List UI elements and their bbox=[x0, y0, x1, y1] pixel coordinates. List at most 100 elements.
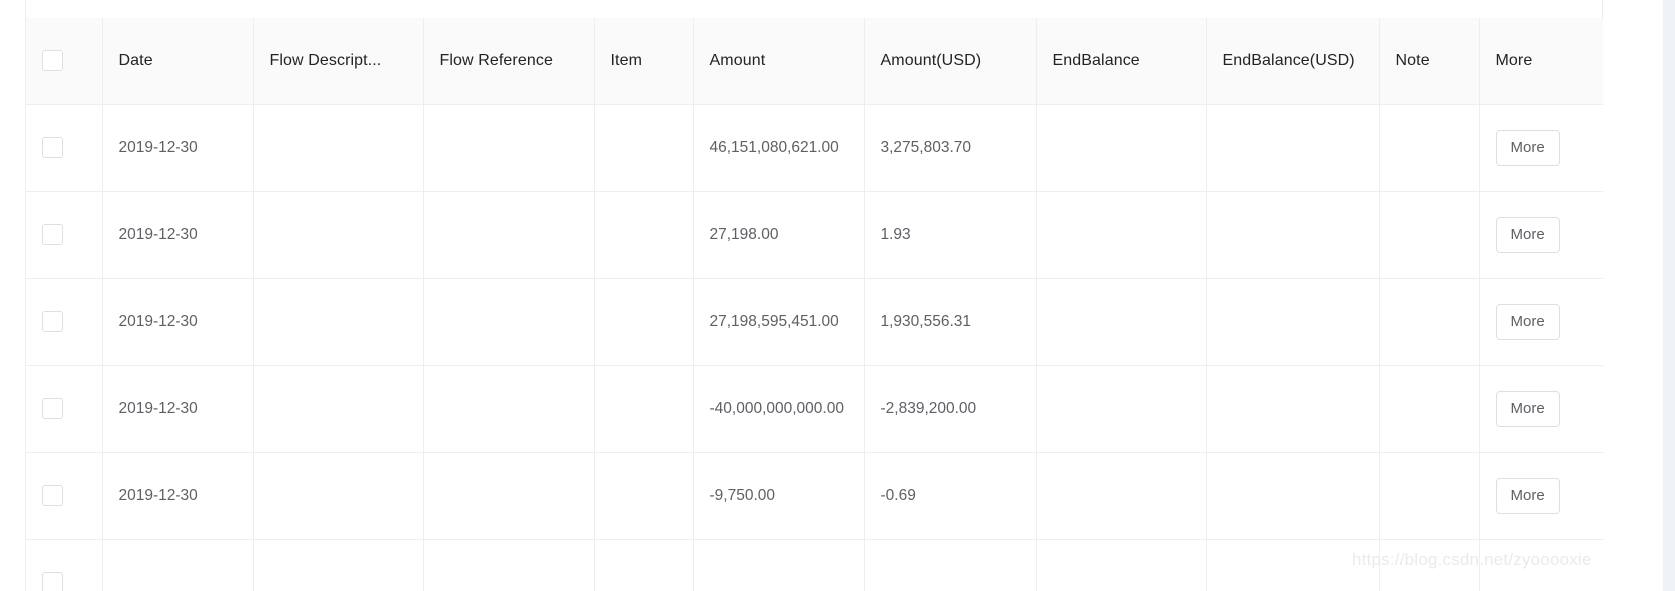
table-row[interactable]: 2019-12-30 27,198.00 1.93 More bbox=[26, 191, 1603, 279]
cell-more: More bbox=[1479, 191, 1603, 279]
column-header-item[interactable]: Item bbox=[594, 18, 694, 105]
cell-flow-description bbox=[253, 104, 424, 192]
row-more-button[interactable]: More bbox=[1495, 129, 1560, 166]
cell-amount-usd: 3,275,803.70 bbox=[864, 104, 1037, 192]
row-more-button[interactable]: More bbox=[1495, 216, 1560, 253]
cell-flow-reference bbox=[423, 452, 595, 540]
cell-note bbox=[1379, 191, 1480, 279]
row-select-cell[interactable] bbox=[26, 191, 103, 279]
data-table-container: Date Flow Descript... Flow Reference Ite… bbox=[25, 18, 1603, 591]
column-header-select-all[interactable] bbox=[26, 18, 103, 105]
cell-flow-description bbox=[253, 191, 424, 279]
cell-amount: 46,151,080,621.00 bbox=[693, 104, 865, 192]
cell-more: More bbox=[1479, 104, 1603, 192]
cell-date: 2019-12-30 bbox=[102, 365, 254, 453]
cell-flow-reference bbox=[423, 278, 595, 366]
column-header-flow-description[interactable]: Flow Descript... bbox=[253, 18, 424, 105]
cell-item bbox=[594, 539, 694, 591]
row-checkbox[interactable] bbox=[42, 398, 63, 420]
cell-date: 2019-12-30 bbox=[102, 104, 254, 192]
cell-date bbox=[102, 539, 254, 591]
watermark: https://blog.csdn.net/zyooooxie bbox=[1352, 550, 1592, 569]
cell-item bbox=[594, 365, 694, 453]
cell-end-balance bbox=[1036, 104, 1207, 192]
cell-item bbox=[594, 278, 694, 366]
column-header-end-balance-usd[interactable]: EndBalance(USD) bbox=[1206, 18, 1380, 105]
cell-end-balance-usd bbox=[1206, 452, 1380, 540]
select-all-checkbox[interactable] bbox=[42, 50, 63, 72]
cell-end-balance bbox=[1036, 452, 1207, 540]
cell-note bbox=[1379, 452, 1480, 540]
cell-flow-description bbox=[253, 452, 424, 540]
cell-flow-reference bbox=[423, 539, 595, 591]
cell-end-balance-usd bbox=[1206, 191, 1380, 279]
row-checkbox[interactable] bbox=[42, 572, 63, 591]
cell-end-balance bbox=[1036, 539, 1207, 591]
column-header-flow-reference[interactable]: Flow Reference bbox=[423, 18, 595, 105]
cell-end-balance bbox=[1036, 365, 1207, 453]
table-body: 2019-12-30 46,151,080,621.00 3,275,803.70 M… bbox=[26, 104, 1603, 591]
row-checkbox[interactable] bbox=[42, 485, 63, 507]
cell-date: 2019-12-30 bbox=[102, 278, 254, 366]
cell-flow-description bbox=[253, 539, 424, 591]
cell-flow-description bbox=[253, 365, 424, 453]
cell-amount: 27,198,595,451.00 bbox=[693, 278, 865, 366]
row-more-button[interactable]: More bbox=[1495, 477, 1560, 514]
table-row[interactable]: 2019-12-30 -40,000,000,000.00 -2,839,200.0… bbox=[26, 365, 1603, 453]
row-select-cell[interactable] bbox=[26, 539, 103, 591]
row-select-cell[interactable] bbox=[26, 365, 103, 453]
table-row[interactable]: 2019-12-30 27,198,595,451.00 1,930,556.31 M… bbox=[26, 278, 1603, 366]
row-select-cell[interactable] bbox=[26, 104, 103, 192]
table-row[interactable]: 2019-12-30 46,151,080,621.00 3,275,803.70 M… bbox=[26, 104, 1603, 192]
row-checkbox[interactable] bbox=[42, 311, 63, 333]
cell-amount-usd bbox=[864, 539, 1037, 591]
table-header: Date Flow Descript... Flow Reference Ite… bbox=[26, 18, 1603, 105]
row-checkbox[interactable] bbox=[42, 137, 63, 159]
cell-amount-usd: -0.69 bbox=[864, 452, 1037, 540]
row-checkbox[interactable] bbox=[42, 224, 63, 246]
row-select-cell[interactable] bbox=[26, 452, 103, 540]
cell-item bbox=[594, 191, 694, 279]
column-header-end-balance[interactable]: EndBalance bbox=[1036, 18, 1207, 105]
cell-flow-reference bbox=[423, 104, 595, 192]
cell-amount-usd: 1.93 bbox=[864, 191, 1037, 279]
row-more-button[interactable]: More bbox=[1495, 303, 1560, 340]
cell-date: 2019-12-30 bbox=[102, 191, 254, 279]
cell-flow-reference bbox=[423, 365, 595, 453]
column-header-date[interactable]: Date bbox=[102, 18, 254, 105]
cell-amount bbox=[693, 539, 865, 591]
cell-more: More bbox=[1479, 278, 1603, 366]
cell-note bbox=[1379, 278, 1480, 366]
cell-amount-usd: 1,930,556.31 bbox=[864, 278, 1037, 366]
cell-end-balance bbox=[1036, 191, 1207, 279]
cell-note bbox=[1379, 104, 1480, 192]
column-header-note[interactable]: Note bbox=[1379, 18, 1480, 105]
cell-end-balance-usd bbox=[1206, 278, 1380, 366]
cell-more: More bbox=[1479, 452, 1603, 540]
cell-end-balance-usd bbox=[1206, 365, 1380, 453]
cell-item bbox=[594, 452, 694, 540]
page-root: Date Flow Descript... Flow Reference Ite… bbox=[0, 0, 1675, 591]
cell-amount: -9,750.00 bbox=[693, 452, 865, 540]
row-select-cell[interactable] bbox=[26, 278, 103, 366]
cell-more: More bbox=[1479, 365, 1603, 453]
cash-flow-table: Date Flow Descript... Flow Reference Ite… bbox=[26, 18, 1603, 591]
table-row[interactable]: 2019-12-30 -9,750.00 -0.69 More bbox=[26, 452, 1603, 540]
cell-end-balance bbox=[1036, 278, 1207, 366]
row-more-button[interactable]: More bbox=[1495, 390, 1560, 427]
cell-flow-reference bbox=[423, 191, 595, 279]
page-right-gutter bbox=[1663, 0, 1675, 591]
table-top-strip bbox=[25, 0, 1603, 18]
cell-amount: 27,198.00 bbox=[693, 191, 865, 279]
cell-note bbox=[1379, 365, 1480, 453]
column-header-amount[interactable]: Amount bbox=[693, 18, 865, 105]
cell-date: 2019-12-30 bbox=[102, 452, 254, 540]
cell-end-balance-usd bbox=[1206, 104, 1380, 192]
cell-item bbox=[594, 104, 694, 192]
column-header-amount-usd[interactable]: Amount(USD) bbox=[864, 18, 1037, 105]
header-row: Date Flow Descript... Flow Reference Ite… bbox=[26, 18, 1603, 105]
cell-amount-usd: -2,839,200.00 bbox=[864, 365, 1037, 453]
cell-amount: -40,000,000,000.00 bbox=[693, 365, 865, 453]
cell-flow-description bbox=[253, 278, 424, 366]
column-header-more[interactable]: More bbox=[1479, 18, 1603, 105]
